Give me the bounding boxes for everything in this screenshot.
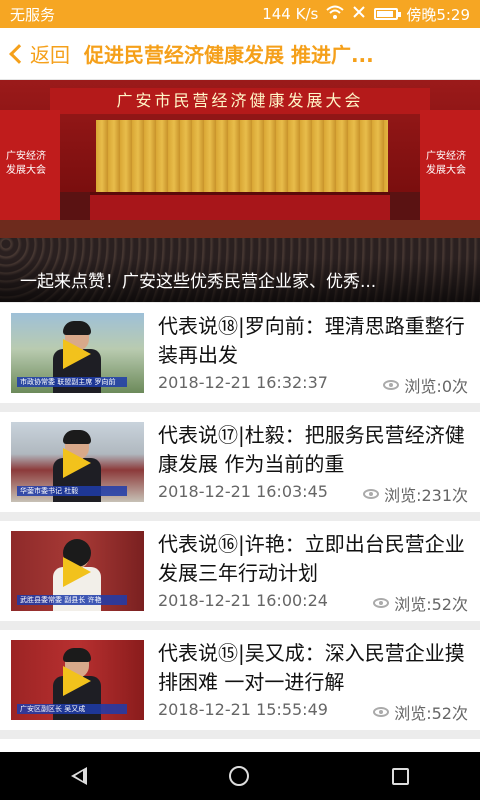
video-thumbnail[interactable]: 市政协常委 联盟副主席 罗向前 [11, 313, 144, 393]
news-title: 代表说⑱|罗向前：理清思路重整行装再出发 [158, 314, 465, 367]
hero-banner[interactable]: 广安市民营经济健康发展大会 广安经济发展大会 广安经济发展大会 一起来点赞！广安… [0, 80, 480, 302]
play-icon [63, 666, 91, 696]
play-icon [63, 448, 91, 478]
video-thumbnail[interactable]: 广安区副区长 吴又成 [11, 640, 144, 720]
page-title: 促进民营经济健康发展 推进广... [84, 43, 374, 67]
news-views: 浏览:231次 [363, 482, 468, 506]
thumbnail-caption: 武胜县委常委 副县长 许艳 [17, 595, 127, 605]
news-title: 代表说⑰|杜毅：把服务民营经济健康发展 作为当前的重 [158, 423, 465, 476]
news-views: 浏览:0次 [383, 373, 468, 397]
play-icon [63, 557, 91, 587]
hero-caption: 一起来点赞！广安这些优秀民营企业家、优秀... [20, 272, 377, 292]
news-date: 2018-12-21 16:03:45 [158, 482, 328, 501]
video-thumbnail[interactable]: 武胜县委常委 副县长 许艳 [11, 531, 144, 611]
status-bar: 无服务 144 K/s 傍晚5:29 [0, 0, 480, 28]
play-icon [63, 339, 91, 369]
back-triangle-icon[interactable] [71, 767, 88, 785]
clock: 傍晚5:29 [406, 5, 470, 24]
battery-icon [374, 8, 402, 20]
carrier-label: 无服务 [10, 5, 56, 24]
eye-icon [373, 598, 390, 608]
news-item[interactable]: 广安区副区长 吴又成 代表说⑮|吴又成：深入民营企业摸排困难 一对一进行解 20… [0, 630, 480, 730]
news-views: 浏览:52次 [373, 591, 468, 615]
news-item[interactable]: 武胜县委常委 副县长 许艳 代表说⑯|许艳：立即出台民营企业发展三年行动计划 2… [0, 521, 480, 621]
hero-banner-text: 广安市民营经济健康发展大会 [50, 88, 430, 114]
header: 返回 促进民营经济健康发展 推进广... [0, 28, 480, 80]
recents-square-icon[interactable] [391, 767, 409, 785]
wifi-icon [326, 5, 344, 23]
hero-stage-floor [0, 220, 480, 240]
home-circle-icon[interactable] [229, 766, 250, 786]
signal-off-icon [352, 5, 366, 23]
eye-icon [373, 707, 390, 717]
chevron-left-icon [9, 43, 29, 64]
news-item[interactable]: 华蓥市委书记 杜毅 代表说⑰|杜毅：把服务民营经济健康发展 作为当前的重 201… [0, 412, 480, 512]
eye-icon [383, 380, 400, 390]
news-date: 2018-12-21 16:00:24 [158, 591, 328, 610]
thumbnail-caption: 广安区副区长 吴又成 [17, 704, 127, 714]
back-button[interactable]: 返回 [0, 39, 80, 68]
hero-side-board-left: 广安经济发展大会 [0, 110, 60, 230]
network-speed: 144 K/s [262, 5, 319, 23]
news-item[interactable]: 市政协常委 联盟副主席 罗向前 代表说⑱|罗向前：理清思路重整行装再出发 201… [0, 303, 480, 403]
status-right: 144 K/s 傍晚5:29 [262, 4, 470, 25]
thumbnail-caption: 市政协常委 联盟副主席 罗向前 [17, 377, 127, 387]
hero-side-board-right: 广安经济发展大会 [420, 110, 480, 230]
eye-icon [363, 489, 380, 499]
news-title: 代表说⑯|许艳：立即出台民营企业发展三年行动计划 [158, 532, 465, 585]
news-views: 浏览:52次 [373, 700, 468, 724]
video-thumbnail[interactable]: 华蓥市委书记 杜毅 [11, 422, 144, 502]
news-date: 2018-12-21 16:32:37 [158, 373, 328, 392]
news-title: 代表说⑮|吴又成：深入民营企业摸排困难 一对一进行解 [158, 641, 465, 694]
back-label: 返回 [30, 43, 70, 67]
system-nav-bar [0, 752, 480, 800]
thumbnail-caption: 华蓥市委书记 杜毅 [17, 486, 127, 496]
news-date: 2018-12-21 15:55:49 [158, 700, 328, 719]
